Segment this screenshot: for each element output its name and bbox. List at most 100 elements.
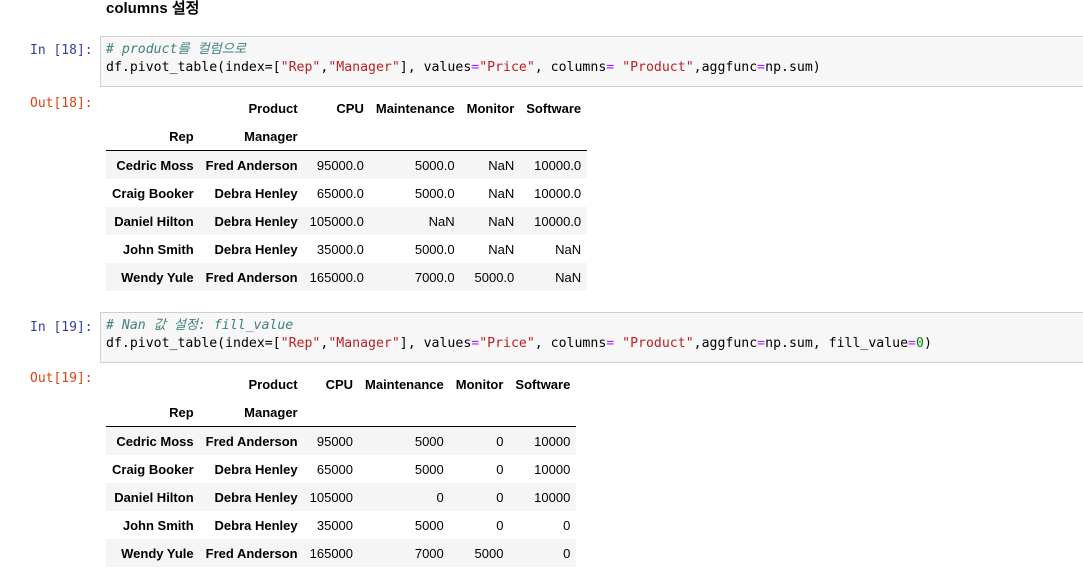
blank-header-cell — [509, 398, 577, 427]
table-cell: 35000 — [316, 517, 354, 533]
index-name-header: Rep — [106, 122, 200, 151]
table-cell: 35000.0 — [316, 241, 364, 257]
table-cell: 5000.0 — [414, 185, 455, 201]
code-comment: # product를 컬럼으로 — [106, 42, 247, 57]
index-name-header: Manager — [199, 398, 304, 427]
code-token: , columns — [534, 60, 607, 75]
table-cell: 10000 — [534, 433, 571, 449]
code-token: np.sum) — [765, 60, 821, 75]
column-header: Maintenance — [375, 100, 455, 116]
code-token: = — [757, 336, 766, 351]
column-header: Maintenance — [365, 376, 444, 392]
table-cell: 5000 — [414, 461, 444, 477]
table-row: Craig Booker Debra Henley 65000.0 5000.0 NaN… — [106, 179, 587, 207]
table-row: Wendy Yule Fred Anderson 165000.0 7000.0 500… — [106, 263, 588, 291]
table-cell: 105000 — [309, 489, 354, 505]
pivot-table-output-19: Product CPU Maintenance Monitor Software Rep M… — [106, 370, 577, 567]
row-index-manager: Debra Henley — [214, 213, 298, 229]
table-cell: NaN — [555, 269, 582, 285]
code-token: "Price" — [479, 336, 535, 351]
table-cell: 0 — [496, 461, 504, 477]
input-prompt-19: In [19]: — [30, 320, 93, 335]
row-index-rep: John Smith — [122, 241, 194, 257]
code-token: "Manager" — [328, 336, 400, 351]
table-cell: NaN — [428, 213, 455, 229]
table-cell: 5000.0 — [474, 269, 515, 285]
code-token: ) — [923, 336, 932, 351]
row-index-rep: Craig Booker — [112, 185, 194, 201]
code-token: ], values — [399, 336, 472, 351]
section-heading: columns 설정 — [106, 0, 200, 17]
row-index-rep: Cedric Moss — [116, 157, 194, 173]
table-cell: 95000.0 — [316, 157, 364, 173]
code-token: , columns — [534, 336, 607, 351]
table-cell: 5000 — [414, 433, 444, 449]
table-cell: 5000.0 — [414, 241, 455, 257]
column-axis-name: Product — [248, 100, 298, 116]
table-cell: 95000 — [316, 433, 354, 449]
code-token: ,aggfunc — [693, 336, 758, 351]
table-cell: 0 — [496, 433, 504, 449]
code-line: df.pivot_table(index=["Rep","Manager"], … — [106, 336, 932, 351]
table-cell: 65000 — [316, 461, 354, 477]
column-header: CPU — [325, 376, 354, 392]
code-token: 0 — [916, 336, 924, 351]
table-cell: 5000 — [414, 517, 444, 533]
row-index-manager: Fred Anderson — [205, 269, 298, 285]
blank-header-cell — [520, 122, 588, 151]
row-index-rep: Daniel Hilton — [114, 489, 194, 505]
output-prompt-19: Out[19]: — [30, 371, 93, 386]
row-index-manager: Debra Henley — [214, 461, 298, 477]
blank-header-cell — [106, 370, 200, 398]
row-index-rep: John Smith — [122, 517, 194, 533]
output-prompt-18: Out[18]: — [30, 96, 93, 111]
column-header: Monitor — [455, 376, 504, 392]
row-index-rep: Wendy Yule — [121, 545, 194, 561]
table-cell: 165000.0 — [309, 269, 364, 285]
row-index-manager: Debra Henley — [214, 185, 298, 201]
code-cell-19[interactable]: # Nan 값 설정: fill_value df.pivot_table(in… — [100, 312, 1083, 363]
table-row: John Smith Debra Henley 35000 5000 0 0 — [106, 511, 576, 539]
table-cell: 65000.0 — [316, 185, 364, 201]
table-cell: 165000 — [309, 545, 354, 561]
table-row: Cedric Moss Fred Anderson 95000.0 5000.0 NaN… — [106, 150, 588, 179]
pivot-table-output-18: Product CPU Maintenance Monitor Software Rep M… — [106, 94, 588, 291]
code-token: = — [908, 336, 916, 351]
blank-header-cell — [359, 398, 450, 427]
index-name-header: Rep — [106, 398, 200, 427]
table-row: John Smith Debra Henley 35000.0 5000.0 NaN Na… — [106, 235, 587, 263]
table-cell: NaN — [488, 241, 515, 257]
column-header: Monitor — [466, 100, 515, 116]
table-cell: 5000.0 — [414, 157, 455, 173]
table-cell: NaN — [555, 241, 582, 257]
code-token: = — [757, 60, 766, 75]
table-cell: 10000 — [534, 461, 571, 477]
blank-header-cell — [303, 398, 360, 427]
column-header: CPU — [336, 100, 364, 116]
row-index-rep: Wendy Yule — [121, 269, 194, 285]
row-index-rep: Daniel Hilton — [114, 213, 194, 229]
input-prompt-18: In [18]: — [30, 43, 93, 58]
table-cell: NaN — [488, 157, 515, 173]
table-cell: NaN — [488, 213, 515, 229]
code-line: df.pivot_table(index=["Rep","Manager"], … — [106, 60, 821, 75]
code-token: df.pivot_table(index=[ — [106, 60, 281, 75]
code-token: "Price" — [479, 60, 535, 75]
table-cell: 10000.0 — [534, 157, 582, 173]
blank-header-cell — [303, 122, 370, 151]
row-index-rep: Cedric Moss — [116, 433, 194, 449]
row-index-manager: Debra Henley — [214, 489, 298, 505]
blank-header-cell — [449, 398, 510, 427]
table-cell: 0 — [563, 545, 571, 561]
table-cell: 10000.0 — [534, 185, 582, 201]
row-index-manager: Fred Anderson — [205, 157, 298, 173]
code-token: ,aggfunc — [693, 60, 758, 75]
blank-header-cell — [106, 94, 200, 122]
code-cell-18[interactable]: # product를 컬럼으로 df.pivot_table(index=["R… — [100, 36, 1083, 87]
column-header: Software — [526, 100, 582, 116]
table-row: Daniel Hilton Debra Henley 105000.0 NaN NaN 1… — [106, 207, 588, 235]
table-cell: 5000 — [474, 545, 504, 561]
code-token: "Product" — [622, 336, 694, 351]
index-name-header: Manager — [199, 122, 304, 151]
